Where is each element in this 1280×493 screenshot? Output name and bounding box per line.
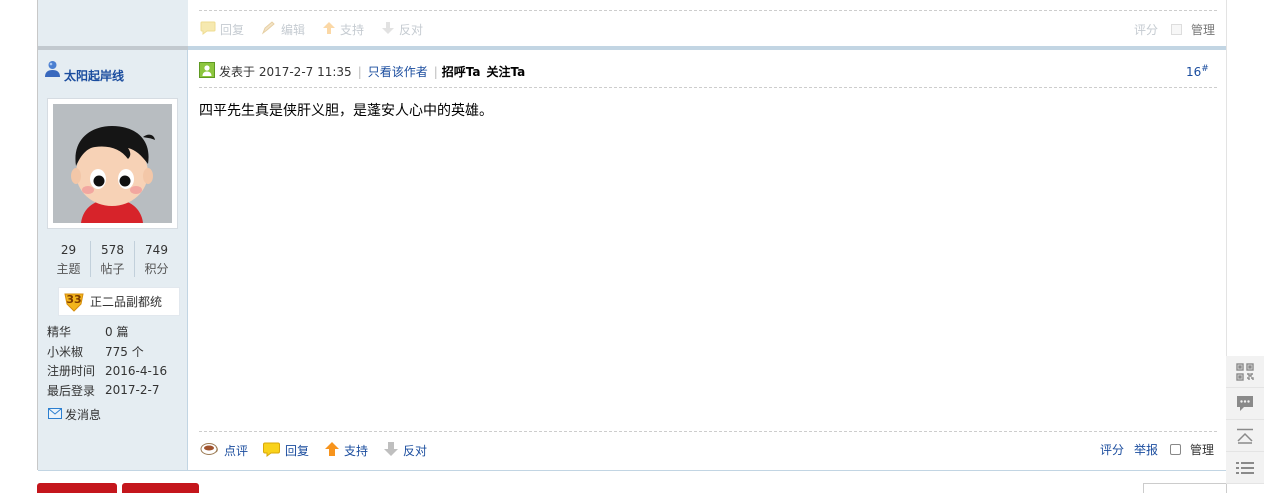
- prev-post-actions: 回复 编辑 支持 反对: [200, 21, 440, 38]
- manage-checkbox[interactable]: [1170, 444, 1182, 455]
- floor-number[interactable]: 16#: [1186, 64, 1209, 79]
- info-row: 注册时间 2016-4-16: [47, 363, 168, 379]
- stat-posts[interactable]: 578 帖子: [91, 241, 135, 277]
- prev-manage-checkbox[interactable]: [1171, 24, 1183, 35]
- prev-manage-label: 管理: [1191, 23, 1216, 37]
- rate-link[interactable]: 评分: [1100, 441, 1124, 458]
- online-status-icon: [199, 62, 215, 81]
- edit-pencil-icon: [261, 21, 277, 38]
- prev-rate-link[interactable]: 评分: [1134, 21, 1158, 38]
- stat-threads[interactable]: 29 主题: [47, 241, 91, 277]
- prev-edit-button[interactable]: 编辑: [261, 21, 305, 38]
- support-button[interactable]: 支持: [324, 441, 368, 460]
- bottom-red-button-2[interactable]: [122, 483, 199, 493]
- post-content: 四平先生真是侠肝义胆，是蓬安人心中的英雄。: [199, 103, 493, 119]
- info-row: 小米椒 775 个: [47, 344, 144, 359]
- avatar-image: [53, 104, 172, 223]
- envelope-icon: [48, 407, 62, 422]
- comment-cup-icon: [200, 442, 220, 459]
- rank-badge: 33 正二品副都统: [58, 287, 180, 316]
- post-bottom-border: [38, 470, 1226, 471]
- prev-support-button[interactable]: 支持: [322, 21, 364, 38]
- author-name-link[interactable]: 太阳起岸线: [64, 67, 124, 84]
- send-message-link[interactable]: 发消息: [48, 406, 101, 423]
- online-user-icon: [44, 60, 61, 81]
- stat-credits[interactable]: 749 积分: [135, 241, 178, 277]
- bottom-red-button-1[interactable]: [37, 483, 117, 493]
- rank-level-icon: 33: [63, 292, 85, 312]
- manage-label: 管理: [1190, 443, 1215, 457]
- author-stats: 29 主题 578 帖子 749 积分: [47, 241, 178, 277]
- floating-toolbar: [1226, 356, 1264, 484]
- arrow-up-icon: [324, 441, 340, 460]
- reply-icon: [200, 21, 216, 38]
- info-row: 精华 0 篇: [47, 325, 129, 340]
- actions-divider: [199, 431, 1217, 432]
- info-row: 最后登录 2017-2-7: [47, 383, 160, 398]
- oppose-button[interactable]: 反对: [383, 441, 427, 460]
- reply-icon: [263, 442, 281, 460]
- post-right-actions: 评分 举报 管理: [1100, 441, 1214, 458]
- post-meta: 发表于 2017-2-7 11:35 | 只看该作者 | 招呼Ta 关注Ta: [199, 62, 525, 81]
- prev-reply-button[interactable]: 回复: [200, 21, 244, 38]
- arrow-down-icon: [383, 441, 399, 460]
- arrow-up-icon: [322, 21, 336, 38]
- comment-button[interactable]: 点评: [200, 442, 248, 459]
- meta-divider: [199, 87, 1217, 88]
- prev-oppose-button[interactable]: 反对: [381, 21, 423, 38]
- rank-title: 正二品副都统: [90, 295, 163, 309]
- reply-button[interactable]: 回复: [263, 442, 309, 460]
- comment-icon[interactable]: [1226, 388, 1264, 420]
- prev-post-sidebar: [38, 0, 188, 46]
- avatar[interactable]: [47, 98, 178, 229]
- post-actions: 点评 回复 支持 反对: [200, 441, 442, 460]
- greet-link[interactable]: 招呼Ta: [442, 63, 481, 80]
- report-link[interactable]: 举报: [1134, 441, 1158, 458]
- post-separator: [38, 46, 1226, 50]
- prev-post-right-actions: 评分 管理: [1134, 21, 1215, 38]
- arrow-down-icon: [381, 21, 395, 38]
- qrcode-icon[interactable]: [1226, 356, 1264, 388]
- only-author-link[interactable]: 只看该作者: [368, 63, 428, 80]
- bottom-pager-box[interactable]: [1143, 483, 1227, 493]
- follow-link[interactable]: 关注Ta: [487, 63, 526, 80]
- author-info: 精华 0 篇 小米椒 775 个 注册时间 2016-4-16 最后登录 201…: [47, 322, 187, 400]
- back-to-top-icon[interactable]: [1226, 420, 1264, 452]
- author-name-row: 太阳起岸线: [44, 60, 124, 84]
- list-icon[interactable]: [1226, 452, 1264, 484]
- posted-time: 发表于 2017-2-7 11:35: [219, 65, 352, 79]
